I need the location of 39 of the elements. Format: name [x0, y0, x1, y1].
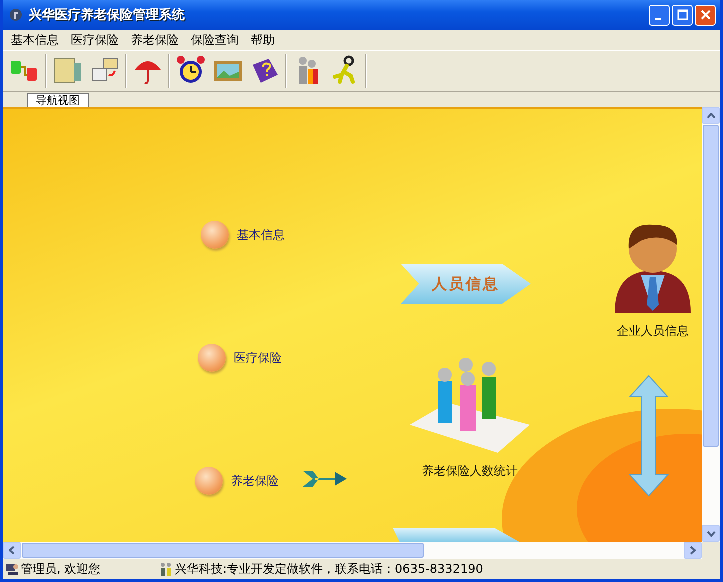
- figure-label[interactable]: 养老保险人数统计: [422, 463, 518, 480]
- close-icon: [700, 9, 712, 21]
- minimize-icon: [654, 18, 660, 20]
- status-text: 管理员, 欢迎您: [21, 560, 101, 578]
- maximize-button[interactable]: [672, 4, 693, 26]
- figure-label[interactable]: 企业人员信息: [617, 323, 689, 340]
- scroll-right-button[interactable]: [684, 542, 702, 559]
- nav-link[interactable]: 医疗保险: [234, 350, 282, 366]
- scroll-down-button[interactable]: [702, 525, 720, 542]
- dart-arrow-icon: [301, 469, 347, 489]
- scroll-thumb[interactable]: [703, 125, 719, 447]
- scrollbar-corner: [702, 542, 720, 559]
- chevron-right-icon: [690, 546, 696, 555]
- chevron-down-icon: [706, 530, 716, 536]
- close-button[interactable]: [695, 4, 716, 26]
- app-icon: [9, 8, 23, 22]
- scroll-up-button[interactable]: [702, 107, 720, 124]
- nav-link[interactable]: 基本信息: [237, 226, 285, 244]
- menu-item[interactable]: 保险查询: [185, 32, 245, 48]
- menu-item[interactable]: 医疗保险: [65, 32, 125, 48]
- double-arrow-icon: [629, 375, 669, 497]
- chevron-left-icon: [9, 546, 15, 555]
- status-text: 兴华科技:专业开发定做软件，联系电话：0635-8332190: [175, 560, 484, 578]
- people-icon: [159, 562, 173, 576]
- scroll-thumb[interactable]: [22, 543, 424, 558]
- menu-item[interactable]: 养老保险: [125, 32, 185, 48]
- tab[interactable]: 导航视图: [27, 93, 89, 107]
- people-group-icon[interactable]: [408, 355, 532, 455]
- menu-item[interactable]: 帮助: [245, 32, 281, 48]
- nav-link[interactable]: 养老保险: [231, 472, 279, 490]
- scroll-left-button[interactable]: [3, 542, 21, 559]
- vertical-scrollbar[interactable]: [702, 107, 720, 542]
- horizontal-scrollbar[interactable]: [3, 542, 720, 559]
- minimize-button[interactable]: [649, 4, 670, 26]
- menu-item[interactable]: 基本信息: [5, 32, 65, 48]
- maximize-icon: [676, 9, 688, 21]
- window-title: 兴华医疗养老保险管理系统: [29, 6, 185, 24]
- computer-user-icon: [5, 562, 19, 576]
- chevron-up-icon: [706, 112, 716, 118]
